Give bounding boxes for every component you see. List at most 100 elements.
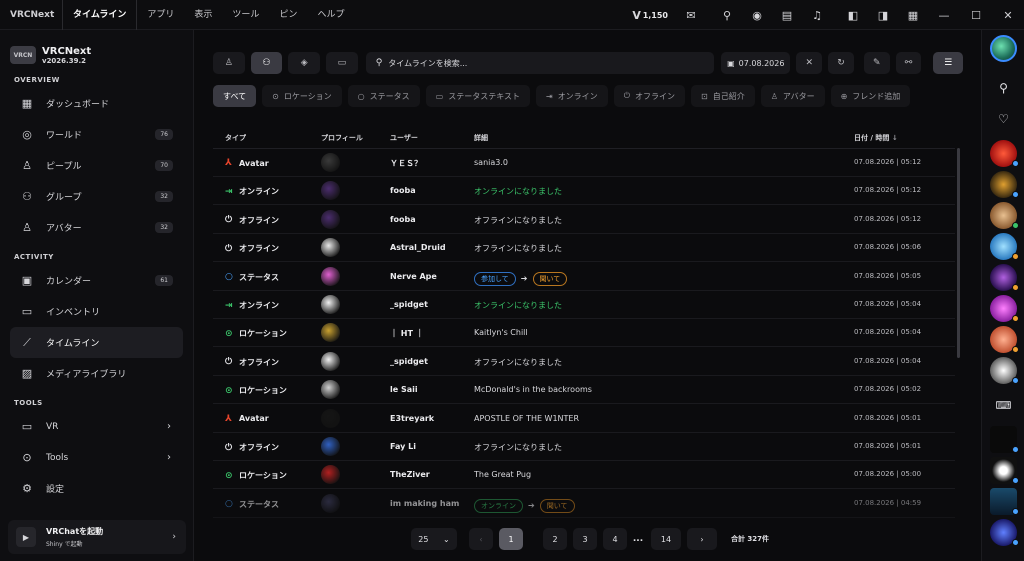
filter-friend-add[interactable]: ⊕ フレンド追加 bbox=[830, 85, 911, 107]
menu-view[interactable]: 表示 bbox=[184, 0, 222, 30]
friend-avatar[interactable] bbox=[990, 426, 1019, 453]
table-row[interactable]: ⏻ オフライン fooba オフラインになりました 07.08.2026 | 05:12 bbox=[213, 206, 955, 234]
bell-icon[interactable]: ♫ bbox=[802, 0, 832, 30]
sidebar-item-dashboard[interactable]: ▦ ダッシュボード bbox=[10, 88, 183, 119]
table-row[interactable]: ⇥ オンライン fooba オンラインになりました 07.08.2026 | 05:12 bbox=[213, 177, 955, 206]
username[interactable]: Fay Li bbox=[390, 442, 416, 451]
username[interactable]: ｜ HT ｜ bbox=[390, 328, 424, 339]
filter-status[interactable]: ○ ステータス bbox=[347, 85, 420, 107]
column-profile[interactable]: プロフィール bbox=[321, 133, 363, 143]
page-button-14[interactable]: 14 bbox=[651, 528, 681, 550]
friend-avatar[interactable] bbox=[990, 519, 1019, 546]
avatar[interactable] bbox=[321, 238, 340, 258]
avatar[interactable] bbox=[321, 153, 340, 172]
username[interactable]: ＹＥＳ？ bbox=[390, 158, 422, 169]
table-row[interactable]: ⊙ ロケーション TheZiver The Great Pug 07.08.2026 |… bbox=[213, 461, 955, 490]
table-row[interactable]: ○ ステータス Nerve Ape 参加して ➔ 聞いて 07.08.2026 | 05:0… bbox=[213, 263, 955, 291]
username[interactable]: le Saii bbox=[390, 385, 418, 394]
column-type[interactable]: タイプ bbox=[225, 133, 246, 143]
username[interactable]: fooba bbox=[390, 186, 416, 195]
menu-apps[interactable]: アプリ bbox=[137, 0, 184, 30]
username[interactable]: _spidget bbox=[390, 357, 428, 366]
sidebar-item-tools[interactable]: ⊙ Tools › bbox=[10, 442, 183, 473]
edit-button[interactable]: ✎ bbox=[863, 52, 890, 74]
layers-button[interactable]: ◈ bbox=[288, 52, 321, 74]
page-button-1[interactable]: 1 bbox=[499, 528, 523, 550]
heart-icon[interactable]: ♡ bbox=[982, 112, 1024, 126]
refresh-button[interactable]: ↻ bbox=[828, 52, 854, 74]
personal-view-button[interactable]: ♙ bbox=[213, 52, 245, 74]
menu-timeline[interactable]: タイムライン bbox=[62, 0, 138, 30]
filter-status-text[interactable]: ▭ ステータステキスト bbox=[425, 85, 530, 107]
column-detail[interactable]: 詳細 bbox=[474, 133, 488, 143]
avatar[interactable] bbox=[321, 493, 340, 513]
sidebar-item-worlds[interactable]: ◎ ワールド 76 bbox=[10, 119, 183, 150]
avatar[interactable] bbox=[321, 181, 340, 201]
page-size-select[interactable]: 25 ⌄ bbox=[411, 528, 457, 550]
friend-avatar[interactable] bbox=[990, 264, 1019, 291]
self-avatar[interactable] bbox=[990, 35, 1017, 62]
table-row[interactable]: ⏻ オフライン Fay Li オフラインになりました 07.08.2026 | 05:0… bbox=[213, 433, 955, 461]
date-picker[interactable]: ▣ 07.08.2026 bbox=[721, 52, 791, 74]
avatar[interactable] bbox=[321, 295, 340, 314]
username[interactable]: fooba bbox=[390, 215, 416, 224]
avatar[interactable] bbox=[321, 266, 340, 286]
launch-vrchat-button[interactable]: ▶ VRChatを起動 Shiny で起動 › bbox=[8, 520, 186, 554]
table-row[interactable]: ⅄ Avatar E3treyark APOSTLE OF THE W1NTER 07.… bbox=[213, 405, 955, 433]
page-button-2[interactable]: 2 bbox=[543, 528, 567, 550]
next-page-button[interactable]: › bbox=[687, 528, 717, 550]
filter-avatar[interactable]: ♙ アバター bbox=[760, 85, 825, 107]
record-icon[interactable]: ◉ bbox=[742, 0, 772, 30]
avatar[interactable] bbox=[321, 380, 340, 400]
username[interactable]: Nerve Ape bbox=[390, 272, 437, 281]
filter-bio[interactable]: ⊡ 自己紹介 bbox=[691, 85, 755, 107]
scrollbar[interactable] bbox=[957, 148, 960, 358]
page-button-4[interactable]: 4 bbox=[603, 528, 627, 550]
sidebar-item-media-library[interactable]: ▨ メディアライブラリ bbox=[10, 358, 183, 389]
filter-location[interactable]: ⊙ ロケーション bbox=[262, 85, 342, 107]
avatar[interactable] bbox=[321, 408, 340, 428]
graph-view-button[interactable]: ⚯ bbox=[895, 52, 922, 74]
page-button-3[interactable]: 3 bbox=[573, 528, 597, 550]
messages-icon[interactable]: ▤ bbox=[772, 0, 802, 30]
sidebar-item-groups[interactable]: ⚇ グループ 32 bbox=[10, 181, 183, 212]
minimize-button[interactable]: — bbox=[928, 9, 960, 22]
log-button[interactable]: ▭ bbox=[326, 52, 358, 74]
chat-bubble-icon[interactable]: ✉ bbox=[676, 0, 706, 30]
avatar[interactable] bbox=[321, 323, 340, 343]
avatar[interactable] bbox=[321, 351, 340, 371]
avatar[interactable] bbox=[321, 465, 340, 485]
sidebar-item-inventory[interactable]: ▭ インベントリ bbox=[10, 296, 183, 327]
friend-avatar[interactable] bbox=[990, 140, 1019, 167]
sidebar-item-timeline[interactable]: ⟋ タイムライン bbox=[10, 327, 183, 358]
table-row[interactable]: ⅄ Avatar ＹＥＳ？ sania3.0 07.08.2026 | 05:12 bbox=[213, 149, 955, 177]
prev-page-button[interactable]: ‹ bbox=[469, 528, 493, 550]
friend-avatar[interactable] bbox=[990, 457, 1019, 484]
clear-date-button[interactable]: ✕ bbox=[796, 52, 823, 74]
friend-avatar[interactable] bbox=[990, 357, 1019, 384]
table-row[interactable]: ⊙ ロケーション ｜ HT ｜ Kaitlyn's Chill 07.08.2026 |… bbox=[213, 319, 955, 348]
friend-avatar[interactable] bbox=[990, 171, 1019, 198]
username[interactable]: TheZiver bbox=[390, 470, 430, 479]
column-date[interactable]: 日付 / 時間 ↓ bbox=[854, 133, 898, 143]
search-icon[interactable]: ⚲ bbox=[712, 0, 742, 30]
column-user[interactable]: ユーザー bbox=[390, 133, 418, 143]
friend-avatar[interactable] bbox=[990, 233, 1019, 260]
filter-online[interactable]: ⇥ オンライン bbox=[535, 85, 608, 107]
search-icon[interactable]: ⚲ bbox=[982, 81, 1024, 95]
sidebar-item-people[interactable]: ♙ ピープル 70 bbox=[10, 150, 183, 181]
friend-avatar[interactable] bbox=[990, 488, 1019, 515]
menu-tools[interactable]: ツール bbox=[222, 0, 269, 30]
table-row[interactable]: ○ ステータス im making ham オンライン ➔ 聞いて 07.08.2026 |… bbox=[213, 490, 955, 518]
username[interactable]: E3treyark bbox=[390, 414, 434, 423]
sidebar-item-settings[interactable]: ⚙ 設定 bbox=[10, 473, 183, 504]
table-row[interactable]: ⊙ ロケーション le Saii McDonald's in the backroom… bbox=[213, 376, 955, 405]
list-view-button[interactable]: ☰ bbox=[933, 52, 964, 74]
sidebar-item-avatars[interactable]: ♙ アバター 32 bbox=[10, 212, 183, 243]
filter-offline[interactable]: ⏻ オフライン bbox=[613, 85, 686, 107]
left-panel-toggle-icon[interactable]: ◧ bbox=[838, 0, 868, 30]
filter-all[interactable]: すべて bbox=[213, 85, 257, 107]
close-button[interactable]: ✕ bbox=[992, 9, 1024, 22]
sidebar-item-calendar[interactable]: ▣ カレンダー 61 bbox=[10, 265, 183, 296]
avatar[interactable] bbox=[321, 209, 340, 229]
